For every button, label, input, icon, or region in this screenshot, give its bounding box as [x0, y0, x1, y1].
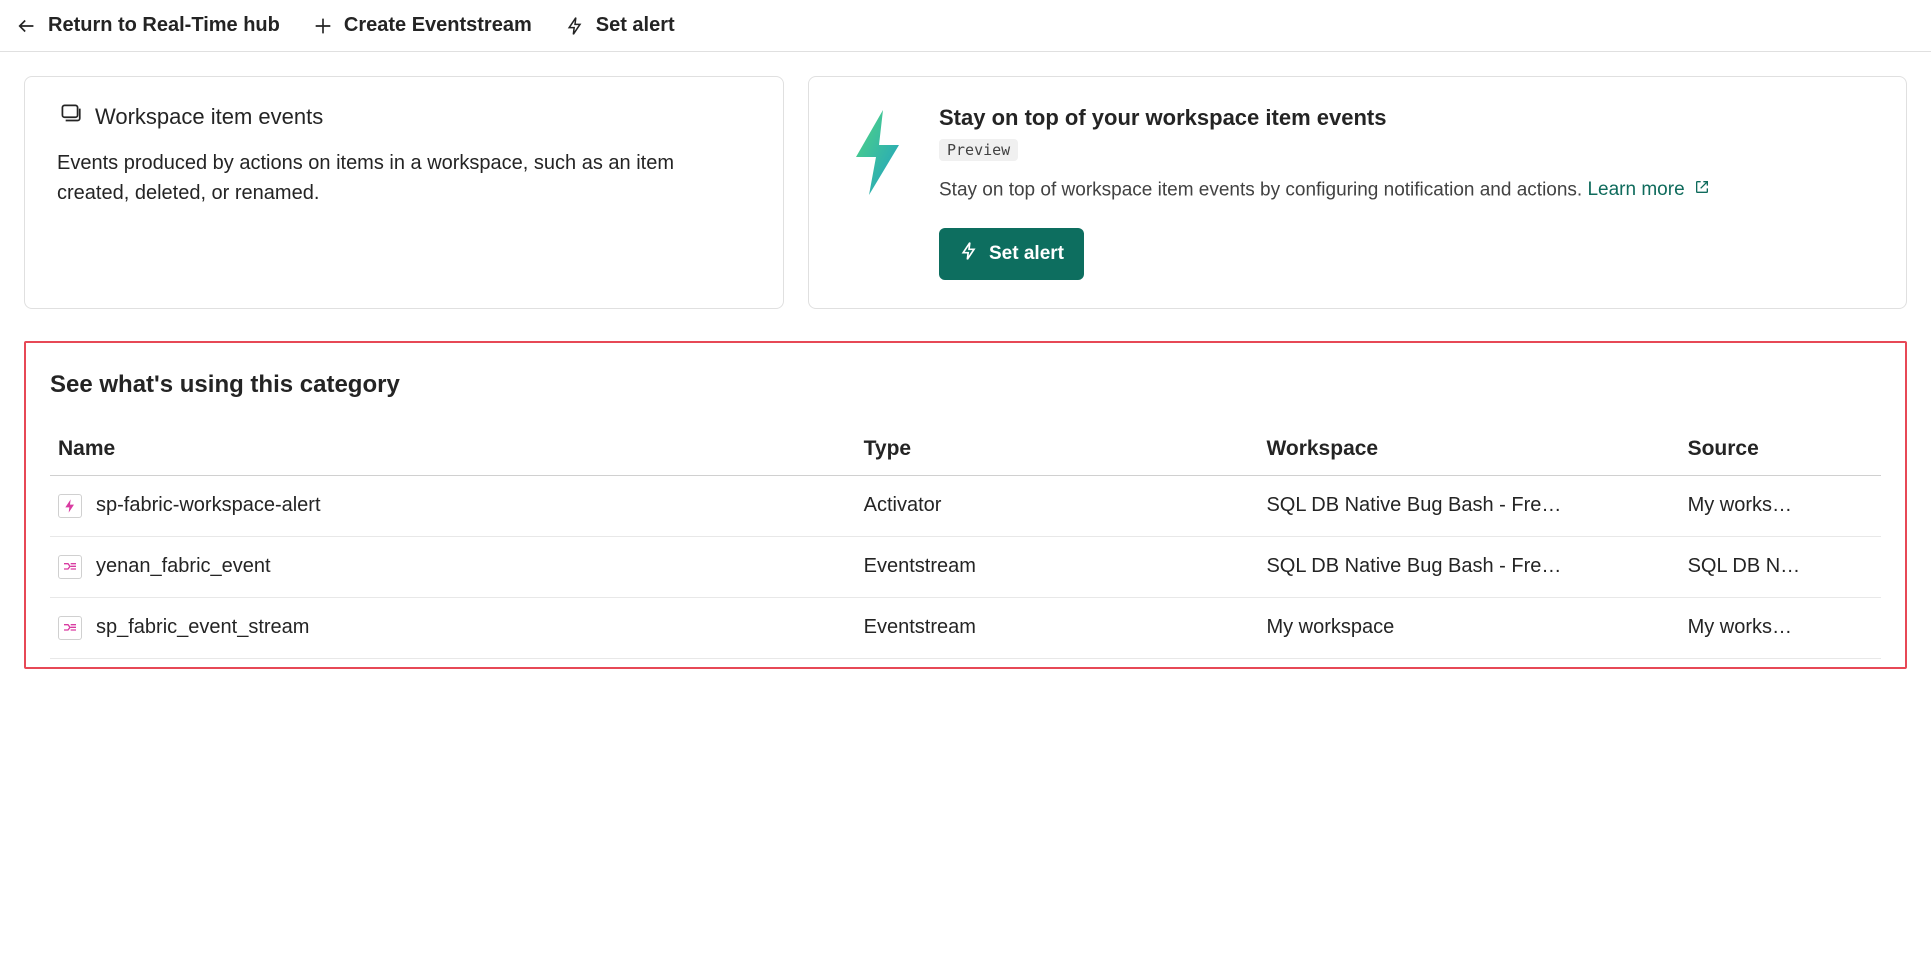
external-link-icon [1694, 177, 1710, 204]
return-label: Return to Real-Time hub [48, 14, 280, 37]
card-title: Workspace item events [95, 104, 323, 130]
table-header-row: Name Type Workspace Source [50, 423, 1881, 476]
alert-promo-card: Stay on top of your workspace item event… [808, 76, 1907, 309]
alert-label: Set alert [596, 14, 675, 37]
column-source[interactable]: Source [1680, 423, 1881, 476]
return-to-hub-button[interactable]: Return to Real-Time hub [16, 14, 280, 37]
column-type[interactable]: Type [856, 423, 1259, 476]
row-source: SQL DB N… [1680, 536, 1881, 597]
set-alert-button[interactable]: Set alert [939, 228, 1084, 280]
lightning-icon [959, 240, 979, 268]
category-title: See what's using this category [50, 371, 1881, 399]
row-type: Activator [856, 475, 1259, 536]
card-description: Events produced by actions on items in a… [57, 148, 751, 208]
promo-description: Stay on top of workspace item events by … [939, 177, 1874, 204]
row-name: yenan_fabric_event [96, 555, 271, 578]
table-row[interactable]: sp-fabric-workspace-alert ActivatorSQL DB… [50, 475, 1881, 536]
column-name[interactable]: Name [50, 423, 856, 476]
row-workspace: SQL DB Native Bug Bash - Fre… [1258, 475, 1679, 536]
main-content: Workspace item events Events produced by… [0, 52, 1931, 693]
toolbar: Return to Real-Time hub Create Eventstre… [0, 0, 1931, 52]
row-workspace: My workspace [1258, 597, 1679, 658]
category-table: Name Type Workspace Source sp-fabric-wor… [50, 423, 1881, 659]
lightning-bolt-icon [841, 105, 911, 200]
create-eventstream-button[interactable]: Create Eventstream [312, 14, 532, 37]
stack-icon [57, 101, 83, 132]
row-workspace: SQL DB Native Bug Bash - Fre… [1258, 536, 1679, 597]
row-name: sp-fabric-workspace-alert [96, 494, 321, 517]
plus-icon [312, 15, 334, 37]
row-type: Eventstream [856, 597, 1259, 658]
category-section: See what's using this category Name Type… [24, 341, 1907, 669]
create-label: Create Eventstream [344, 14, 532, 37]
table-row[interactable]: sp_fabric_event_streamEventstreamMy work… [50, 597, 1881, 658]
set-alert-label: Set alert [989, 243, 1064, 265]
eventstream-icon [58, 555, 82, 579]
row-name: sp_fabric_event_stream [96, 616, 309, 639]
set-alert-toolbar-button[interactable]: Set alert [564, 14, 675, 37]
arrow-left-icon [16, 15, 38, 37]
column-workspace[interactable]: Workspace [1258, 423, 1679, 476]
promo-content: Stay on top of your workspace item event… [939, 105, 1874, 280]
eventstream-icon [58, 616, 82, 640]
cards-row: Workspace item events Events produced by… [24, 76, 1907, 309]
promo-title: Stay on top of your workspace item event… [939, 105, 1874, 131]
card-header: Workspace item events [57, 101, 751, 132]
learn-more-link[interactable]: Learn more [1587, 179, 1709, 200]
row-source: My works… [1680, 597, 1881, 658]
workspace-events-card: Workspace item events Events produced by… [24, 76, 784, 309]
lightning-icon [564, 15, 586, 37]
table-row[interactable]: yenan_fabric_event EventstreamSQL DB Nati… [50, 536, 1881, 597]
row-type: Eventstream [856, 536, 1259, 597]
activator-icon [58, 494, 82, 518]
preview-badge: Preview [939, 139, 1018, 161]
row-source: My works… [1680, 475, 1881, 536]
